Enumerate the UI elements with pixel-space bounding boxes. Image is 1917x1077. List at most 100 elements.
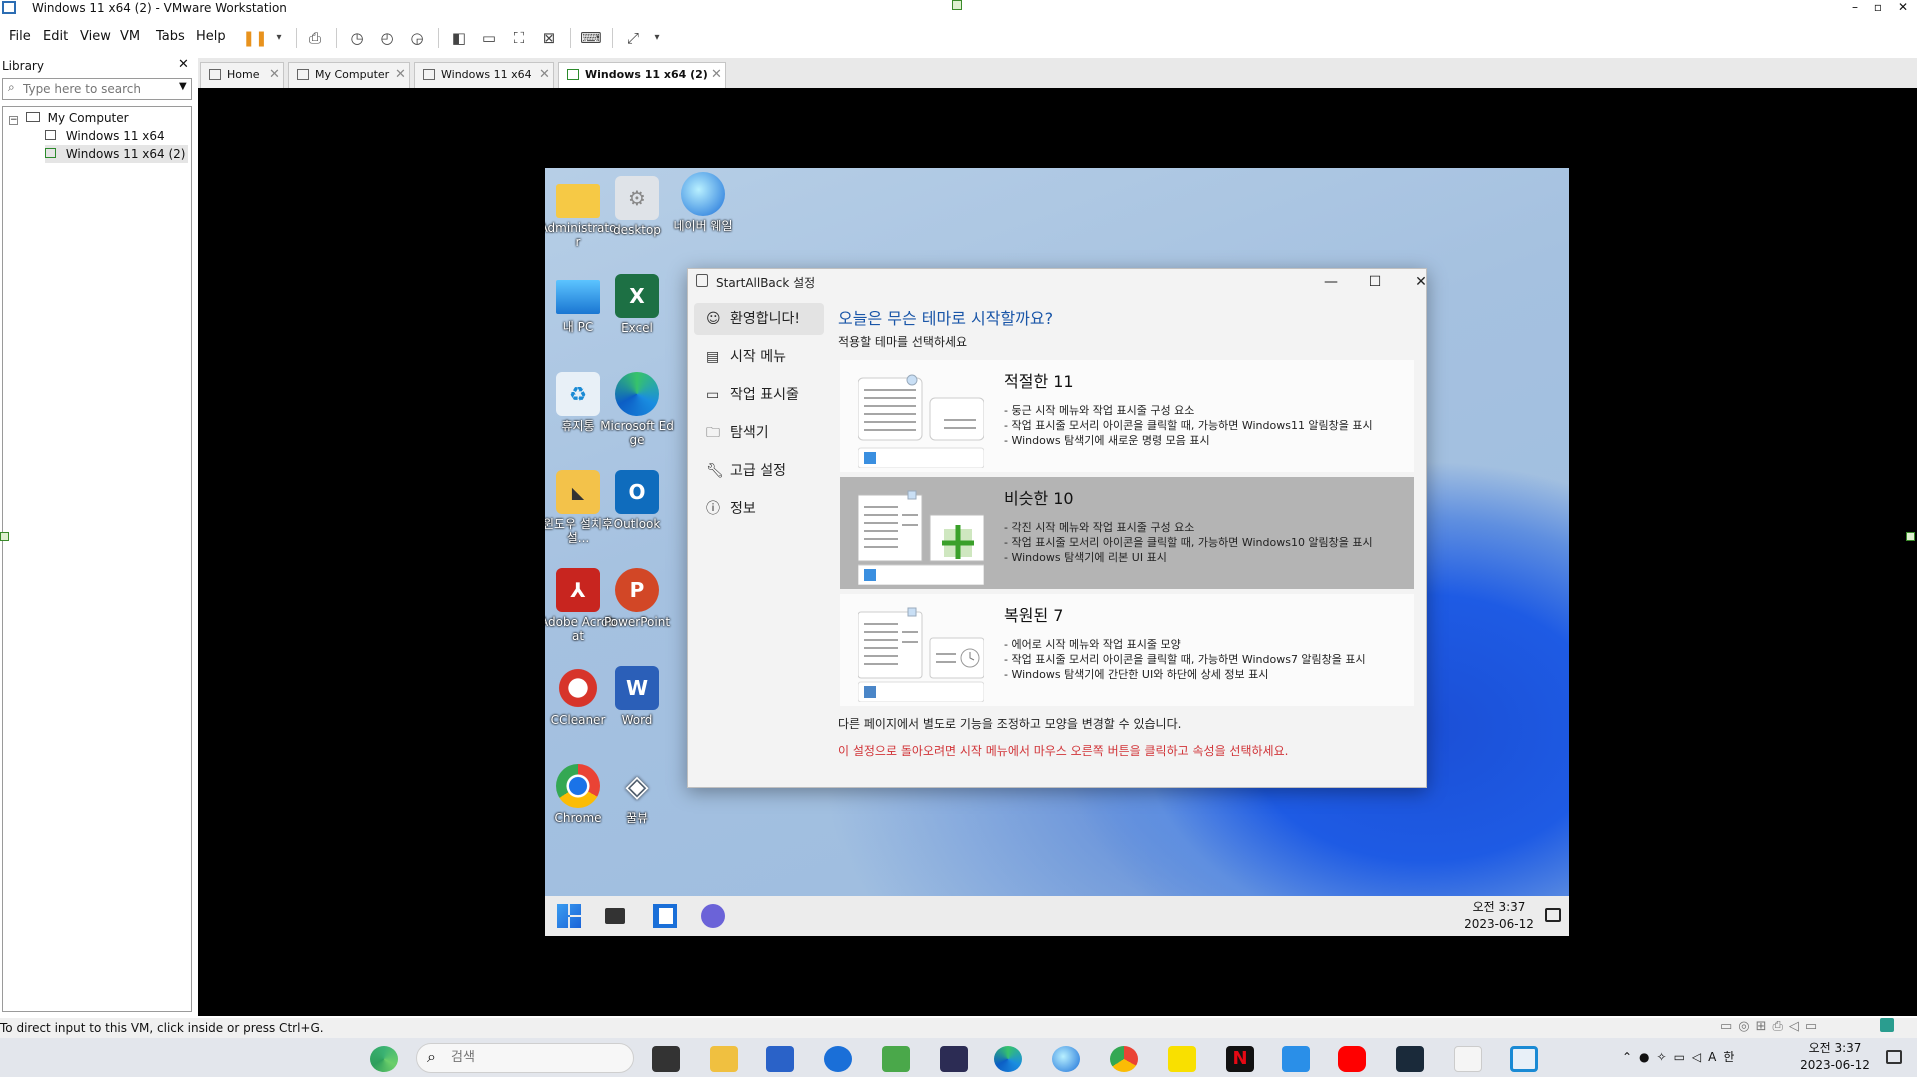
menu-file[interactable]: File <box>9 29 31 44</box>
collapse-icon[interactable]: − <box>9 116 18 125</box>
file-explorer-icon[interactable] <box>710 1046 738 1072</box>
task-view-icon[interactable] <box>605 908 625 924</box>
device-status-icons[interactable]: ▭◎⊞⎙◁▭ <box>1720 1019 1823 1034</box>
chrome-icon[interactable] <box>1110 1046 1138 1072</box>
guest-clock[interactable]: 오전 3:37 2023-06-12 <box>1457 899 1541 933</box>
desktop-icon-label: Outlook <box>613 517 661 531</box>
menu-toolbar: File Edit View VM Tabs Help ❚❚ ▾ ⎙ ◷ ◴ ◶… <box>0 20 1917 54</box>
tab-close-icon[interactable]: ✕ <box>269 63 280 87</box>
tab-my-computer[interactable]: My Computer ✕ <box>288 62 410 88</box>
tree-label: My Computer <box>47 111 129 125</box>
resize-handle-icon[interactable] <box>952 0 962 10</box>
snapshot-manager-icon[interactable]: ◶ <box>404 26 430 50</box>
game-icon[interactable] <box>1396 1046 1424 1072</box>
edge-icon[interactable] <box>994 1046 1022 1072</box>
notification-icon[interactable] <box>1545 908 1561 922</box>
theme-option-7[interactable]: 복원된 7 - 에어로 시작 메뉴와 작업 표시줄 모양 - 작업 표시줄 모서… <box>840 594 1414 706</box>
nav-welcome[interactable]: ☺ 환영합니다! <box>694 303 824 335</box>
desktop-icon-word[interactable]: W Word <box>598 666 676 727</box>
chevron-down-icon[interactable]: ▼ <box>179 81 187 92</box>
desktop-icon-edge[interactable]: Microsoft Edge <box>598 372 676 447</box>
library-search[interactable]: ⌕ ▼ <box>2 78 192 100</box>
console-icon[interactable]: ⌨ <box>578 26 604 50</box>
chevron-down-icon[interactable]: ▾ <box>644 26 670 50</box>
message-icon[interactable] <box>1880 1018 1894 1032</box>
tab-close-icon[interactable]: ✕ <box>711 63 722 87</box>
app-icon[interactable] <box>1454 1046 1482 1072</box>
nav-start-menu[interactable]: ▤ 시작 메뉴 <box>694 341 824 373</box>
desktop-icon-honeyview[interactable]: ◈ 꿀뷰 <box>598 764 676 826</box>
resize-handle-icon[interactable] <box>1906 532 1915 541</box>
notification-icon[interactable] <box>1886 1050 1902 1064</box>
nav-advanced[interactable]: 🔧︎ 고급 설정 <box>694 455 824 487</box>
menu-vm[interactable]: VM <box>120 29 140 44</box>
tree-node-vm-2[interactable]: Windows 11 x64 (2) <box>45 145 189 163</box>
nav-explorer[interactable]: 🗀 탐색기 <box>694 417 824 449</box>
theme-option-11[interactable]: 적절한 11 - 둥근 시작 메뉴와 작업 표시줄 구성 요소 - 작업 표시줄… <box>840 360 1414 472</box>
menu-edit[interactable]: Edit <box>43 29 68 44</box>
desktop-icon-powerpoint[interactable]: P PowerPoint <box>598 568 676 629</box>
tray-icons[interactable]: ⌃●✧▭◁A한 <box>1622 1048 1741 1065</box>
desktop-icon-label: 꿀뷰 <box>625 811 649 825</box>
close-icon[interactable]: ✕ <box>1893 0 1913 16</box>
library-search-input[interactable] <box>23 81 173 97</box>
start-icon[interactable] <box>557 904 581 928</box>
tab-close-icon[interactable]: ✕ <box>539 63 550 87</box>
tab-home[interactable]: Home ✕ <box>200 62 284 88</box>
store-icon[interactable] <box>766 1046 794 1072</box>
youtube-icon[interactable] <box>1338 1046 1366 1072</box>
host-clock[interactable]: 오전 3:37 2023-06-12 <box>1800 1040 1870 1074</box>
tab-vm-1[interactable]: Windows 11 x64 ✕ <box>414 62 554 88</box>
theme-desc: - 둥근 시작 메뉴와 작업 표시줄 구성 요소 <box>1004 404 1195 417</box>
menu-help[interactable]: Help <box>196 29 226 44</box>
excel-icon: X <box>615 274 659 318</box>
start-icon[interactable] <box>370 1046 398 1072</box>
host-search[interactable]: ⌕ <box>416 1043 634 1073</box>
dialog-maximize-icon[interactable]: ☐ <box>1360 271 1390 293</box>
pause-icon[interactable]: ❚❚ <box>242 26 268 50</box>
chevron-down-icon[interactable]: ▾ <box>266 26 292 50</box>
task-view-icon[interactable] <box>652 1046 680 1072</box>
vmware-icon[interactable] <box>1510 1046 1538 1072</box>
tree-node-my-computer[interactable]: − My Computer <box>9 109 129 127</box>
utorrent-icon[interactable] <box>882 1046 910 1072</box>
tab-close-icon[interactable]: ✕ <box>395 63 406 87</box>
menu-tabs[interactable]: Tabs <box>156 29 185 44</box>
library-view-icon[interactable]: ◧ <box>446 26 472 50</box>
app-icon[interactable] <box>940 1046 968 1072</box>
minimize-icon[interactable]: – <box>1845 0 1865 16</box>
nav-taskbar[interactable]: ▭ 작업 표시줄 <box>694 379 824 411</box>
tab-vm-2[interactable]: Windows 11 x64 (2) ✕ <box>558 62 726 88</box>
stretch-icon[interactable]: ⤢ <box>620 26 646 50</box>
kakaotalk-icon[interactable] <box>1168 1046 1196 1072</box>
theme-option-10[interactable]: 비슷한 10 - 각진 시작 메뉴와 작업 표시줄 구성 요소 - 작업 표시줄… <box>840 477 1414 589</box>
resize-handle-icon[interactable] <box>0 532 9 541</box>
app-icon[interactable] <box>1282 1046 1310 1072</box>
thumbnail-bar-icon[interactable]: ▭ <box>476 26 502 50</box>
netflix-icon[interactable]: N <box>1226 1046 1254 1072</box>
unity-icon[interactable]: ⊠ <box>536 26 562 50</box>
tree-node-vm-1[interactable]: Windows 11 x64 <box>45 127 165 145</box>
desktop-icon-excel[interactable]: X Excel <box>598 274 676 335</box>
dialog-warning: 이 설정으로 돌아오려면 시작 메뉴에서 마우스 오른쪽 버튼을 클릭하고 속성… <box>838 744 1289 758</box>
library-close-icon[interactable]: ✕ <box>178 57 189 72</box>
dialog-close-icon[interactable]: ✕ <box>1406 271 1436 293</box>
widgets-icon[interactable] <box>653 904 677 928</box>
menu-view[interactable]: View <box>80 29 111 44</box>
snapshot-icon[interactable]: ◷ <box>344 26 370 50</box>
send-ctrl-alt-del-icon[interactable]: ⎙ <box>302 26 328 50</box>
nav-about[interactable]: ⓘ 정보 <box>694 493 824 525</box>
whale-browser-icon[interactable] <box>1052 1046 1080 1072</box>
theme-desc: - Windows 탐색기에 새로운 명령 모음 표시 <box>1004 434 1210 447</box>
restore-icon[interactable]: ▫ <box>1868 0 1888 16</box>
theme-name: 복원된 7 <box>1004 606 1064 625</box>
revert-snapshot-icon[interactable]: ◴ <box>374 26 400 50</box>
fullscreen-icon[interactable]: ⛶ <box>506 26 532 50</box>
host-search-input[interactable] <box>451 1050 621 1065</box>
app-icon[interactable] <box>824 1046 852 1072</box>
desktop-icon-outlook[interactable]: O Outlook <box>598 470 676 531</box>
dialog-minimize-icon[interactable]: — <box>1316 271 1346 293</box>
desktop-icon-whale[interactable]: 네이버 웨일 <box>664 172 742 233</box>
chat-icon[interactable] <box>701 904 725 928</box>
whale-browser-icon <box>681 172 725 216</box>
